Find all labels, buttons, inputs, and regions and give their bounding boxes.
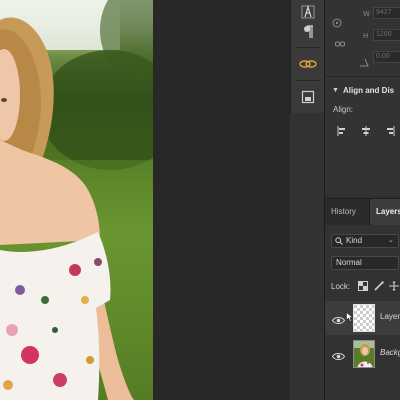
layer-name: Backgr	[380, 348, 400, 357]
chevron-down-icon: ⌄	[388, 237, 394, 244]
properties-panel: W 9427 H 1200 0.00 ▼ Align and Dis Align…	[325, 0, 400, 196]
blend-mode-value: Normal	[336, 258, 362, 267]
lock-label: Lock:	[331, 282, 351, 291]
blend-mode-dropdown[interactable]: Normal	[331, 256, 399, 270]
layer-row[interactable]: Layer	[325, 301, 400, 335]
filter-kind-value: Kind	[346, 236, 363, 245]
align-right-icon[interactable]	[383, 125, 397, 137]
paragraph-icon[interactable]	[294, 20, 322, 44]
layer-row[interactable]: Backgr	[325, 337, 400, 371]
canvas-photo[interactable]	[0, 0, 153, 400]
align-center-icon[interactable]	[359, 125, 373, 137]
tab-layers[interactable]: Layers	[369, 199, 400, 225]
align-section-title: Align and Dis	[343, 86, 395, 95]
brush-link-icon[interactable]	[294, 52, 322, 76]
eye-icon[interactable]	[331, 312, 346, 324]
layer-name: Layer	[380, 312, 400, 321]
angle-icon	[359, 54, 369, 72]
y-value-field[interactable]: 1200	[373, 29, 400, 41]
layer-filter-dropdown[interactable]: Kind ⌄	[331, 234, 399, 248]
cursor-icon	[346, 309, 354, 327]
right-panel-column: W 9427 H 1200 0.00 ▼ Align and Dis Align…	[324, 0, 400, 400]
x-value-field[interactable]: 9427	[373, 7, 400, 19]
panel-tool-strip	[290, 0, 324, 113]
chevron-down-icon[interactable]: ▼	[332, 87, 339, 94]
layer-thumbnail-photo	[353, 340, 375, 368]
lock-position-icon[interactable]	[388, 280, 399, 291]
link-icon[interactable]	[335, 35, 345, 53]
pasteboard-area	[153, 0, 290, 400]
angle-value-field[interactable]: 0.00	[373, 51, 400, 63]
w-label: W	[363, 10, 370, 18]
transform-reference-icon[interactable]	[331, 16, 343, 34]
h-label: H	[363, 32, 369, 40]
align-left-icon[interactable]	[335, 125, 349, 137]
photo-illustration	[0, 0, 153, 400]
align-label: Align:	[333, 105, 354, 114]
lock-image-pixels-icon[interactable]	[373, 280, 384, 291]
tab-history[interactable]: History	[325, 199, 369, 225]
search-icon	[335, 237, 343, 247]
frame-icon[interactable]	[294, 85, 322, 109]
layer-thumbnail-transparent	[353, 304, 375, 332]
eye-icon[interactable]	[331, 348, 346, 360]
lock-transparent-pixels-icon[interactable]	[357, 280, 368, 291]
layers-panel: History Layers Kind ⌄ Normal Lock: Layer…	[325, 198, 400, 400]
